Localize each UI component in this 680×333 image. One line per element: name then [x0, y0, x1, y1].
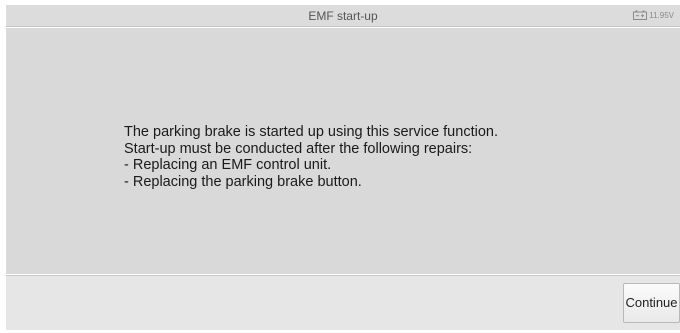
bottom-toolbar: Continue	[6, 275, 680, 330]
message-line: - Replacing the parking brake button.	[124, 173, 362, 190]
battery-voltage: 11.95V	[649, 10, 674, 20]
title-bar: EMF start-up 11.95V	[6, 5, 680, 27]
message-line: - Replacing an EMF control unit.	[124, 157, 332, 173]
app-window: EMF start-up 11.95V The parking brake is…	[0, 0, 680, 333]
battery-icon	[633, 10, 648, 20]
message-line: Start-up must be conducted after the fol…	[124, 140, 473, 157]
instruction-message: The parking brake is started up using th…	[124, 124, 498, 190]
continue-button[interactable]: Continue	[623, 283, 680, 323]
battery-status: 11.95V	[633, 10, 674, 20]
content-area: The parking brake is started up using th…	[6, 28, 680, 274]
page-title: EMF start-up	[308, 9, 378, 23]
message-line: The parking brake is started up using th…	[124, 124, 498, 140]
